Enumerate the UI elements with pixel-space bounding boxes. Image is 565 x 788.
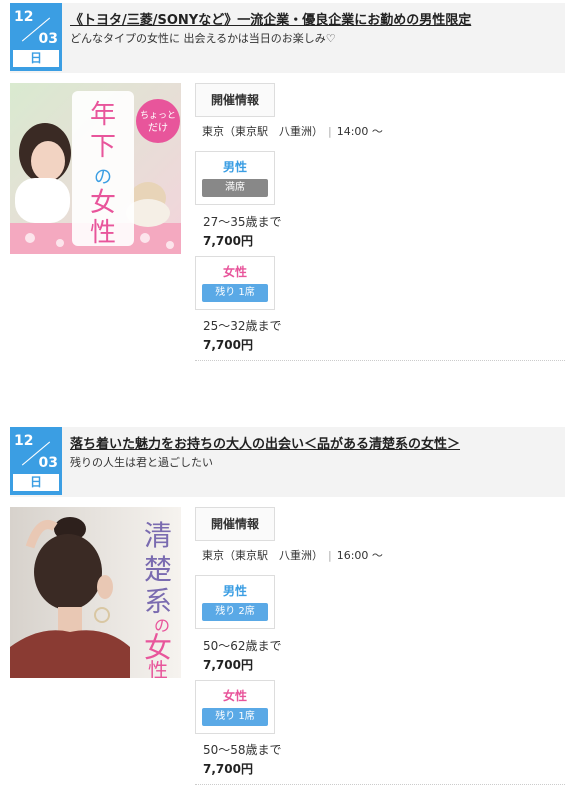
event-info-button[interactable]: 開催情報 [195,83,275,117]
event-header: 12 03 日 落ち着いた魅力をお持ちの大人の出会い＜品がある清楚系の女性＞ 残… [10,427,565,497]
section-divider [195,360,565,361]
svg-text:女: 女 [90,188,116,218]
location-separator: | [328,125,332,138]
male-seat-box[interactable]: 男性 満席 [195,151,275,205]
female-age-range: 25～32歳まで [203,319,282,333]
female-seat-box[interactable]: 女性 残り 1席 [195,256,275,310]
female-price: 7,700円 [203,338,253,352]
svg-text:清: 清 [144,519,172,552]
female-price: 7,700円 [203,762,253,776]
svg-text:性: 性 [148,658,168,678]
svg-text:楚: 楚 [144,553,172,586]
date-weekday: 日 [13,50,59,67]
svg-text:性: 性 [90,218,116,248]
date-month: 12 [14,433,34,449]
event-thumbnail[interactable]: 清 楚 系 の 女 性 [10,507,181,678]
date-badge: 12 03 日 [10,3,62,71]
svg-text:下: 下 [90,132,116,162]
female-seat-box[interactable]: 女性 残り 1席 [195,680,275,734]
event-title-link[interactable]: 《トヨタ/三菱/SONYなど》一流企業・優良企業にお勤めの男性限定 [70,9,471,28]
date-badge: 12 03 日 [10,427,62,495]
svg-text:の: の [94,167,112,188]
female-label: 女性 [222,265,247,279]
event-location: 東京（東京駅 八重洲） | 16:00 ～ [202,547,383,563]
event-location: 東京（東京駅 八重洲） | 14:00 ～ [202,123,383,139]
event-time: 14:00 ～ [336,125,383,138]
male-price: 7,700円 [203,234,253,248]
event-title-link[interactable]: 落ち着いた魅力をお持ちの大人の出会い＜品がある清楚系の女性＞ [70,433,460,452]
date-day: 03 [38,455,58,471]
event-thumbnail[interactable]: 年 下 の 女 性 ちょっと だけ [10,83,181,254]
event-subtitle: どんなタイプの女性に 出会えるかは当日のお楽しみ♡ [70,32,336,45]
female-label: 女性 [222,689,247,703]
location-text: 東京（東京駅 八重洲） [202,549,323,562]
event-header: 12 03 日 《トヨタ/三菱/SONYなど》一流企業・優良企業にお勤めの男性限… [10,3,565,73]
svg-text:系: 系 [144,585,172,618]
female-status-badge: 残り 1席 [202,284,268,302]
event-time: 16:00 ～ [336,549,383,562]
date-day: 03 [38,31,58,47]
male-status-badge: 残り 2席 [202,603,268,621]
event-image-younger-women: 年 下 の 女 性 ちょっと だけ [10,83,181,254]
section-divider [195,784,565,785]
male-label: 男性 [222,584,247,598]
male-age-range: 27～35歳まで [203,215,282,229]
male-price: 7,700円 [203,658,253,672]
event-subtitle: 残りの人生は君と過ごしたい [70,456,213,469]
male-status-badge: 満席 [202,179,268,197]
male-seat-box[interactable]: 男性 残り 2席 [195,575,275,629]
female-status-badge: 残り 1席 [202,708,268,726]
svg-text:だけ: だけ [148,122,168,134]
male-label: 男性 [222,160,247,174]
date-month: 12 [14,9,34,25]
location-text: 東京（東京駅 八重洲） [202,125,323,138]
event-info-button[interactable]: 開催情報 [195,507,275,541]
location-separator: | [328,549,332,562]
male-age-range: 50～62歳まで [203,639,282,653]
female-age-range: 50～58歳まで [203,743,282,757]
svg-text:ちょっと: ちょっと [140,110,176,121]
event-image-elegant-women: 清 楚 系 の 女 性 [10,507,181,678]
date-weekday: 日 [13,474,59,491]
svg-text:年: 年 [90,100,116,130]
